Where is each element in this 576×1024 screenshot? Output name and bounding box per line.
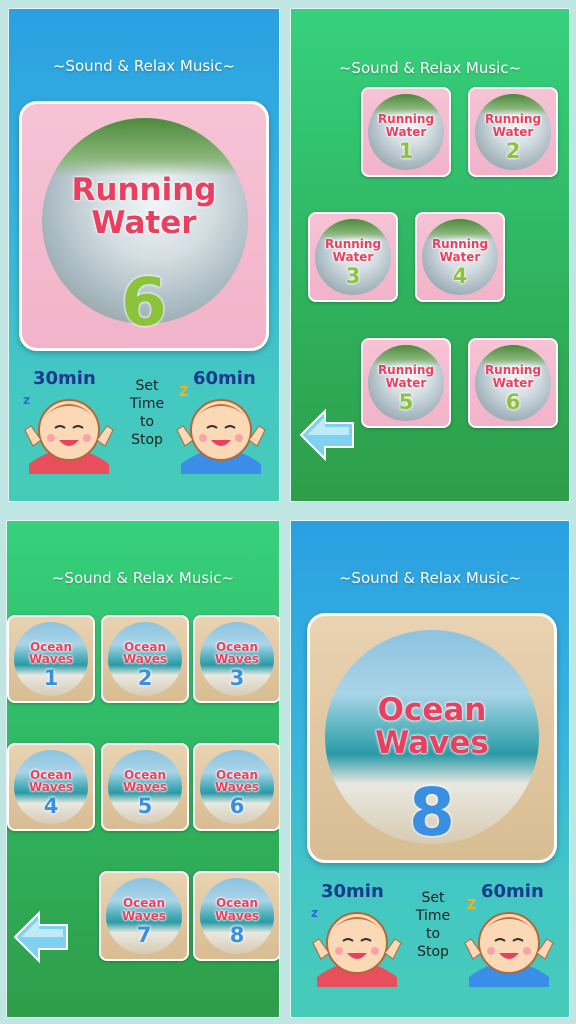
sound-name: Ocean Waves: [375, 692, 489, 761]
timer-60-label: 60min: [481, 881, 544, 902]
svg-text:z: z: [311, 906, 318, 920]
set-time-to-stop-label: Set Time to Stop: [129, 378, 165, 448]
tile-number: 2: [137, 665, 153, 690]
track-number: 8: [409, 774, 455, 851]
app-title: ~Sound & Relax Music~: [338, 569, 522, 587]
tile-number: 1: [398, 138, 414, 163]
svg-text:Z: Z: [179, 385, 188, 400]
tile-number: 5: [398, 389, 414, 414]
tile-label: Ocean Waves: [214, 896, 259, 923]
tile-label: Ocean Waves: [122, 767, 167, 795]
tile-number: 6: [229, 793, 245, 818]
tile-number: 3: [229, 665, 245, 690]
ocean-waves-tile-4[interactable]: Ocean Waves 4: [7, 743, 95, 831]
tile-number: 5: [137, 793, 153, 818]
ocean-waves-tile-7[interactable]: Ocean Waves 7: [99, 871, 189, 961]
tile-number: 3: [345, 263, 361, 288]
back-arrow-icon[interactable]: [11, 909, 71, 965]
tile-number: 2: [505, 138, 521, 163]
tile-number: 7: [136, 922, 152, 947]
ocean-waves-tile-1[interactable]: Ocean Waves 1: [7, 615, 95, 703]
tile-label: Ocean Waves: [214, 767, 259, 795]
tile-label: Ocean Waves: [214, 639, 259, 667]
tile-label: Ocean Waves: [28, 767, 73, 795]
app-title: ~Sound & Relax Music~: [338, 59, 522, 77]
track-number: 6: [121, 264, 167, 341]
app-title: ~Sound & Relax Music~: [52, 57, 236, 75]
svg-text:z: z: [23, 393, 30, 407]
tile-label: Running Water: [484, 112, 542, 139]
now-playing-card[interactable]: Ocean Waves 8: [307, 613, 557, 863]
ocean-waves-tile-5[interactable]: Ocean Waves 5: [101, 743, 189, 831]
tile-number: 8: [229, 922, 245, 947]
running-water-player-screen: ~Sound & Relax Music~ Running Water 6 30…: [8, 8, 280, 502]
timer-30-label: 30min: [321, 881, 384, 902]
running-water-tile-4[interactable]: Running Water 4: [415, 212, 505, 302]
tile-label: Running Water: [377, 363, 435, 390]
ocean-waves-tile-2[interactable]: Ocean Waves 2: [101, 615, 189, 703]
running-water-tile-3[interactable]: Running Water 3: [308, 212, 398, 302]
tile-number: 4: [43, 793, 59, 818]
timer-60min-button[interactable]: 60min Z: [171, 364, 271, 474]
running-water-tile-5[interactable]: Running Water 5: [361, 338, 451, 428]
sound-name: Running Water: [71, 172, 217, 241]
running-water-tile-2[interactable]: Running Water 2: [468, 87, 558, 177]
set-time-to-stop-label: Set Time to Stop: [415, 890, 451, 960]
timer-30-label: 30min: [33, 368, 96, 389]
now-playing-card[interactable]: Running Water 6: [19, 101, 269, 351]
tile-number: 1: [43, 665, 59, 690]
tile-number: 4: [452, 263, 468, 288]
tile-label: Running Water: [377, 112, 435, 139]
tile-number: 6: [505, 389, 521, 414]
ocean-waves-tile-3[interactable]: Ocean Waves 3: [193, 615, 279, 703]
ocean-waves-tile-8[interactable]: Ocean Waves 8: [193, 871, 279, 961]
tile-label: Ocean Waves: [28, 639, 73, 667]
tile-label: Ocean Waves: [122, 639, 167, 667]
waterfall-foliage: [42, 118, 248, 176]
tile-label: Running Water: [324, 237, 382, 264]
timer-30min-button[interactable]: 30min z: [19, 364, 119, 474]
ocean-waves-tile-6[interactable]: Ocean Waves 6: [193, 743, 279, 831]
running-water-tile-6[interactable]: Running Water 6: [468, 338, 558, 428]
ocean-waves-player-screen: ~Sound & Relax Music~ Ocean Waves 8 30mi…: [290, 520, 570, 1018]
ocean-waves-list-screen: ~Sound & Relax Music~ Ocean Waves 1 Ocean…: [6, 520, 280, 1018]
running-water-tile-1[interactable]: Running Water 1: [361, 87, 451, 177]
running-water-list-screen: ~Sound & Relax Music~ Running Water 1 Run…: [290, 8, 570, 502]
timer-60-label: 60min: [193, 368, 256, 389]
back-arrow-icon[interactable]: [297, 407, 357, 463]
timer-30min-button[interactable]: 30min z: [307, 877, 407, 987]
tile-label: Running Water: [484, 363, 542, 390]
tile-label: Ocean Waves: [121, 896, 166, 923]
timer-60min-button[interactable]: 60min Z: [459, 877, 559, 987]
svg-text:Z: Z: [467, 898, 476, 913]
app-title: ~Sound & Relax Music~: [51, 569, 235, 587]
tile-label: Running Water: [431, 237, 489, 264]
